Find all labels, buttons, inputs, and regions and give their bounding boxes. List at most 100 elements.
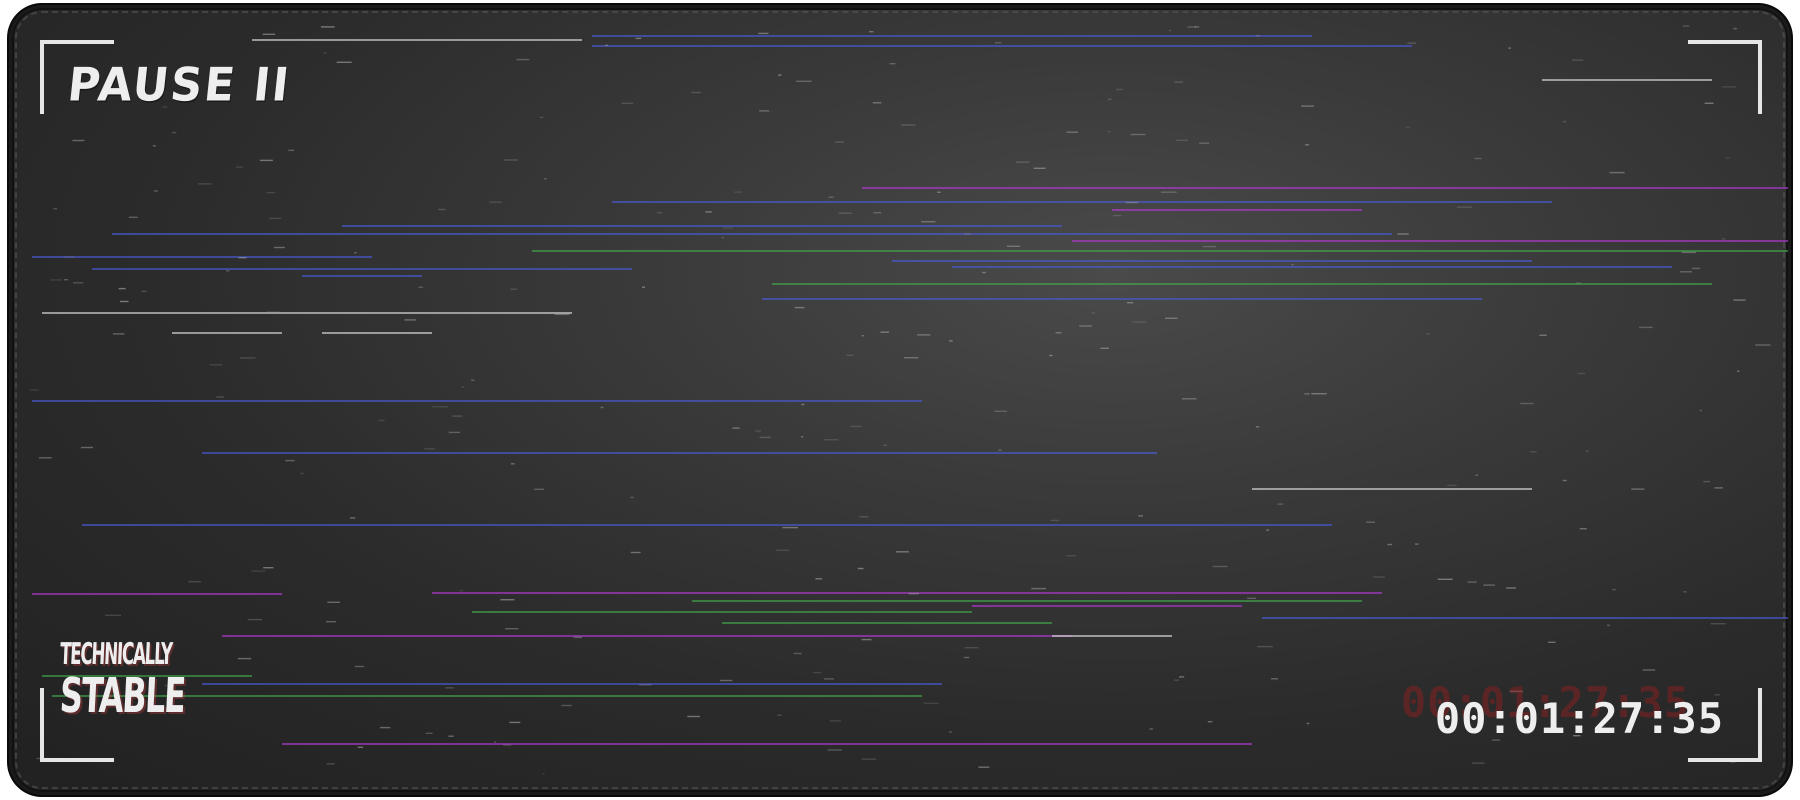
noise-speck [418,286,424,288]
noise-speck [1066,131,1078,133]
noise-speck [542,772,545,775]
noise-speck [285,459,295,462]
noise-speck [1733,299,1746,301]
noise-speck [1305,144,1309,146]
noise-speck [510,463,515,465]
noise-speck [880,331,890,333]
noise-speck [1483,584,1495,586]
noise-speck [1609,171,1625,174]
noise-speck [320,26,335,28]
noise-speck [630,551,641,554]
noise-speck [1683,25,1690,27]
noise-speck [1548,641,1556,643]
noise-speck [838,212,852,214]
noise-speck [336,61,352,63]
noise-speck [1212,565,1228,568]
noise-speck [917,334,931,336]
noise-speck [859,516,869,518]
noise-speck [720,679,733,682]
noise-speck [923,702,939,704]
noise-speck [236,166,243,168]
noise-speck [1467,581,1477,583]
noise-speck [1407,42,1416,44]
noise-speck [120,300,129,303]
noise-speck [861,758,877,760]
noise-speck [1266,529,1270,531]
noise-speck [778,74,782,76]
noise-speck [705,211,712,213]
noise-speck [461,386,465,388]
noise-speck [516,58,530,61]
noise-speck [869,31,874,33]
noise-speck [471,379,475,381]
noise-speck [118,287,126,290]
noise-speck [300,472,304,475]
noise-speck [238,257,247,259]
noise-speck [1562,120,1567,123]
noise-speck [323,52,327,54]
noise-speck [1562,479,1567,482]
noise-speck [721,236,724,239]
noise-speck [198,183,212,185]
noise-speck [1575,282,1582,284]
noise-speck [1199,142,1209,144]
noise-speck [1033,167,1046,169]
noise-speck [895,551,909,553]
noise-speck [1642,669,1656,671]
noise-speck [325,621,336,623]
noise-speck [561,704,572,707]
noise-speck [1160,191,1177,193]
noise-speck [500,599,515,601]
noise-speck [105,614,121,616]
noise-speck [350,517,356,519]
noise-speck [1176,139,1188,141]
noise-speck [1585,450,1589,452]
noise-speck [1311,393,1327,395]
noise-speck [994,42,1002,44]
noise-speck [226,270,230,272]
noise-speck [425,732,433,734]
noise-speck [1506,587,1517,589]
noise-speck [494,741,497,743]
noise-speck [1079,325,1092,327]
brand-logo-line1: TECHNICALLY [59,637,173,672]
noise-speck [288,149,295,151]
noise-speck [1055,332,1062,334]
noise-speck [1179,676,1185,678]
noise-speck [857,567,864,570]
noise-speck [1577,372,1585,375]
noise-speck [964,233,971,235]
noise-speck [1397,233,1409,235]
noise-speck [635,37,642,40]
noise-speck [188,581,201,583]
noise-speck [505,628,519,630]
noise-speck [1405,126,1410,128]
noise-speck [1612,588,1616,591]
noise-speck [327,601,340,603]
noise-speck [1733,27,1737,30]
noise-speck [172,131,177,134]
noise-speck [1725,157,1730,159]
noise-speck [1426,333,1430,335]
noise-speck [873,212,882,214]
noise-speck [1207,721,1213,723]
noise-speck [1572,59,1584,61]
noise-speck [357,746,363,748]
noise-speck [782,526,798,529]
noise-speck [835,141,844,143]
noise-speck [153,190,158,192]
noise-speck [251,570,266,572]
noise-speck [237,657,252,660]
noise-speck [691,91,701,94]
pause-status-label: PAUSE II [65,58,294,113]
noise-speck [72,139,85,142]
noise-speck [1631,488,1645,490]
noise-speck [274,246,285,249]
noise-speck [404,319,416,321]
noise-speck [1681,251,1697,254]
timecode: 00:01:27:35 [1434,694,1724,743]
corner-bracket-icon-top-right [1688,40,1762,114]
noise-speck [630,496,634,499]
noise-speck [823,439,839,441]
noise-speck [269,217,281,220]
